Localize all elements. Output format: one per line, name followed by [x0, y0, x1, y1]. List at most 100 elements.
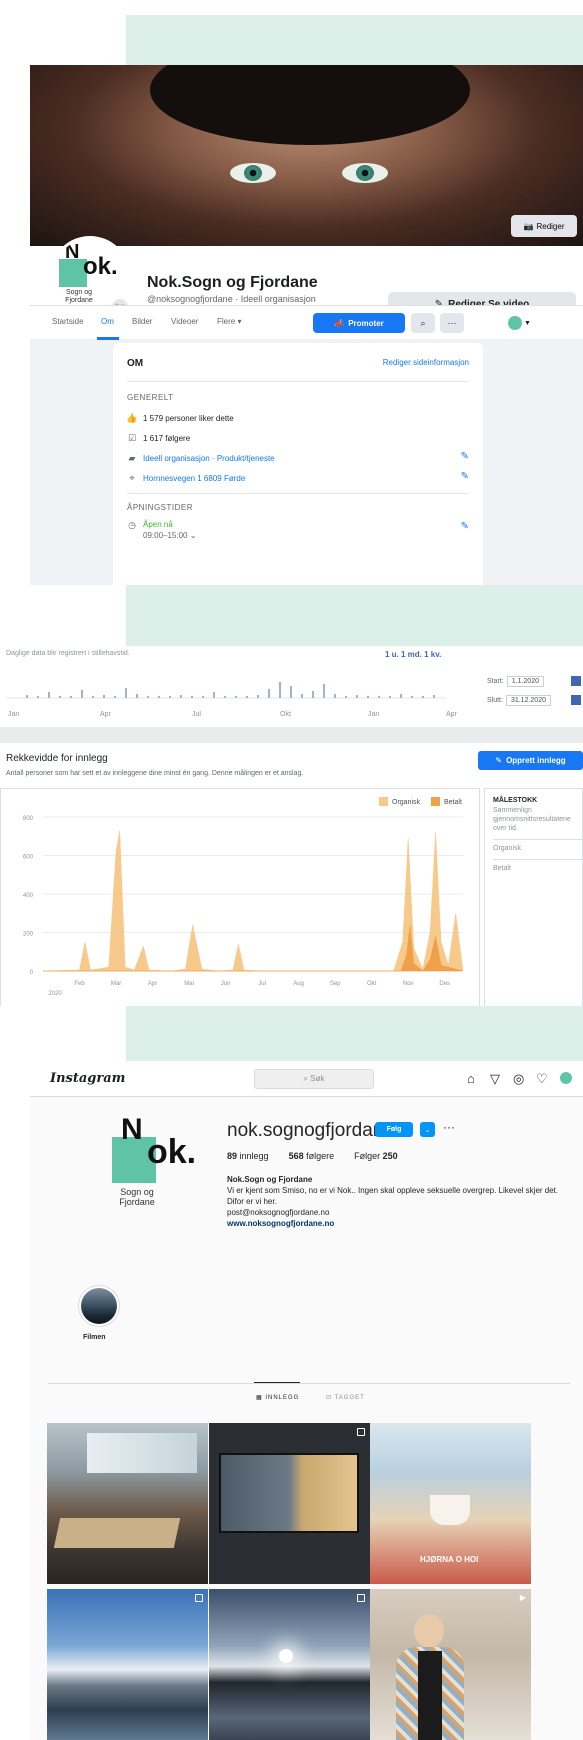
x-tick-label: Mar [111, 981, 121, 987]
sparkline-bar [136, 694, 138, 698]
timeline-sparkline [6, 682, 446, 699]
sparkline-bar [345, 696, 347, 698]
username: nok.sognogfjordane [227, 1120, 394, 1141]
reach-subtitle: Antall personer som har sett et av innle… [6, 770, 304, 777]
post-reach-card: Rekkevidde for innlegg Antall personer s… [0, 743, 583, 1006]
bio-website-link[interactable]: www.noksognogfjordane.no [227, 1218, 572, 1229]
start-date-input[interactable]: 1.1.2020 [506, 676, 544, 687]
reach-chart-frame: 0 200 400 600 800 Feb Mar Apr Mai Jun Jul Aug Sep Okt… [0, 788, 480, 1006]
calendar-icon[interactable] [571, 695, 581, 705]
explore-compass-icon[interactable]: ◎ [513, 1071, 524, 1087]
instagram-profile-screenshot: Instagram ⌕ Søk ⌂ ▽ ◎ ♡ N ok. Sogn og Fjo… [30, 1061, 583, 1740]
post-sun-shape [279, 1649, 293, 1663]
mint-band-middle-2 [126, 1005, 583, 1061]
profile-avatar-icon[interactable] [560, 1072, 572, 1084]
timeline-tick-5: Jan [368, 711, 380, 718]
legend-label-betalt: Betalt [444, 799, 462, 806]
insights-separator [0, 727, 583, 743]
mint-band-top [126, 15, 583, 65]
sparkline-bar [400, 694, 402, 698]
search-button[interactable]: ⌕ [411, 313, 435, 333]
followers-stat[interactable]: 568 følgere [289, 1151, 335, 1161]
tab-startside[interactable]: Startside [52, 317, 84, 326]
timeline-tick-6: Apr [446, 711, 457, 718]
promote-button[interactable]: 📣 Promoter [313, 313, 405, 333]
range-links[interactable]: 1 u. 1 md. 1 kv. [385, 650, 441, 659]
cover-photo: 📷 Rediger [30, 65, 583, 246]
tab-tagged[interactable]: ⊡ TAGGET [326, 1394, 365, 1401]
post-poster[interactable]: HJØRNA O HOI [370, 1423, 531, 1584]
multi-image-icon [357, 1428, 365, 1436]
end-date-input[interactable]: 31.12.2020 [505, 695, 551, 706]
benchmark-organic[interactable]: Organisk [493, 845, 521, 852]
tab-videoer[interactable]: Videoer [171, 317, 198, 326]
hours-value[interactable]: 09:00–15:00 ⌄ [143, 531, 196, 540]
post-fjord-mountains[interactable] [47, 1589, 208, 1740]
account-switcher[interactable]: ▼ [508, 314, 538, 332]
post-cup-shape [430, 1495, 470, 1525]
edit-address-pencil-icon[interactable]: ✎ [461, 471, 469, 482]
pencil-icon: ✎ [495, 756, 503, 765]
highlight-thumbnail [81, 1288, 117, 1324]
home-icon[interactable]: ⌂ [467, 1071, 475, 1086]
post-video-call[interactable] [209, 1423, 370, 1584]
sparkline-bar [422, 696, 424, 698]
logo-subtext: Sogn og Fjordane [65, 289, 93, 304]
activity-heart-icon[interactable]: ♡ [536, 1071, 548, 1087]
active-tab-indicator [254, 1382, 300, 1383]
tab-bilder[interactable]: Bilder [132, 317, 152, 326]
direct-message-icon[interactable]: ▽ [490, 1071, 500, 1087]
page-nav: Startside Om Bilder Videoer Flere ▾ 📣 Pr… [30, 305, 583, 340]
hours-heading: ÅPNINGSTIDER [127, 503, 194, 512]
following-stat[interactable]: Følger 250 [354, 1151, 398, 1161]
logo-letter-n: N [65, 241, 80, 263]
posts-stat: 89 innlegg [227, 1151, 269, 1161]
edit-cover-button[interactable]: 📷 Rediger [511, 215, 577, 237]
story-highlight[interactable] [78, 1285, 120, 1327]
calendar-icon[interactable] [571, 676, 581, 686]
benchmark-divider [493, 839, 583, 840]
logo-letters-ok: ok. [83, 253, 118, 280]
x-tick-label: Nov [403, 981, 414, 987]
chevron-down-icon: ⌄ [424, 1126, 431, 1134]
edit-page-info-link[interactable]: Rediger sideinformasjon [383, 358, 469, 367]
sparkline-bar [356, 695, 358, 698]
cover-eye-right [342, 163, 388, 183]
instagram-logo[interactable]: Instagram [50, 1071, 125, 1086]
suggestions-dropdown-button[interactable]: ⌄ [420, 1122, 435, 1137]
follow-button[interactable]: Følg [375, 1122, 413, 1137]
edit-category-pencil-icon[interactable]: ✎ [461, 451, 469, 462]
post-shirt-shape [418, 1651, 442, 1740]
search-icon: ⌕ [420, 317, 426, 328]
tab-flere[interactable]: Flere ▾ [217, 317, 241, 326]
post-person-shape [414, 1614, 444, 1648]
x-tick-label: Feb [74, 981, 85, 987]
sparkline-bar [114, 696, 116, 698]
create-post-button[interactable]: ✎ Opprett innlegg [478, 751, 583, 770]
benchmark-panel: MÅLESTOKK Sammenlign gjennomsnittsresult… [484, 788, 583, 1006]
tab-om[interactable]: Om [101, 317, 114, 326]
post-fjord-sunrise[interactable] [209, 1589, 370, 1740]
more-options-icon[interactable]: ··· [443, 1120, 455, 1134]
benchmark-paid[interactable]: Betalt [493, 865, 511, 872]
ellipsis-icon: ··· [447, 318, 457, 328]
tab-posts[interactable]: ▦ INNLEGG [256, 1394, 299, 1401]
y-tick-label: 400 [23, 893, 34, 899]
megaphone-icon: 📣 [334, 318, 345, 328]
likes-row: 👍 1 579 personer liker dette [126, 412, 234, 423]
sparkline-bar [334, 694, 336, 698]
post-woman-portrait[interactable]: ▶ [370, 1589, 531, 1740]
cover-eye-left [230, 163, 276, 183]
account-avatar-icon [508, 316, 522, 330]
profile-picture[interactable]: N ok. Sogn og Fjordane [94, 1111, 204, 1221]
timeline-tick-2: Apr [100, 711, 111, 718]
more-button[interactable]: ··· [440, 313, 464, 333]
sparkline-bar [246, 696, 248, 698]
sparkline-bar [92, 696, 94, 698]
y-tick-label: 800 [23, 816, 34, 822]
follow-check-icon: ☑ [127, 432, 137, 443]
post-classroom[interactable] [47, 1423, 208, 1584]
sparkline-bar [323, 684, 325, 698]
edit-hours-pencil-icon[interactable]: ✎ [461, 521, 469, 532]
search-input[interactable]: ⌕ Søk [254, 1069, 374, 1089]
